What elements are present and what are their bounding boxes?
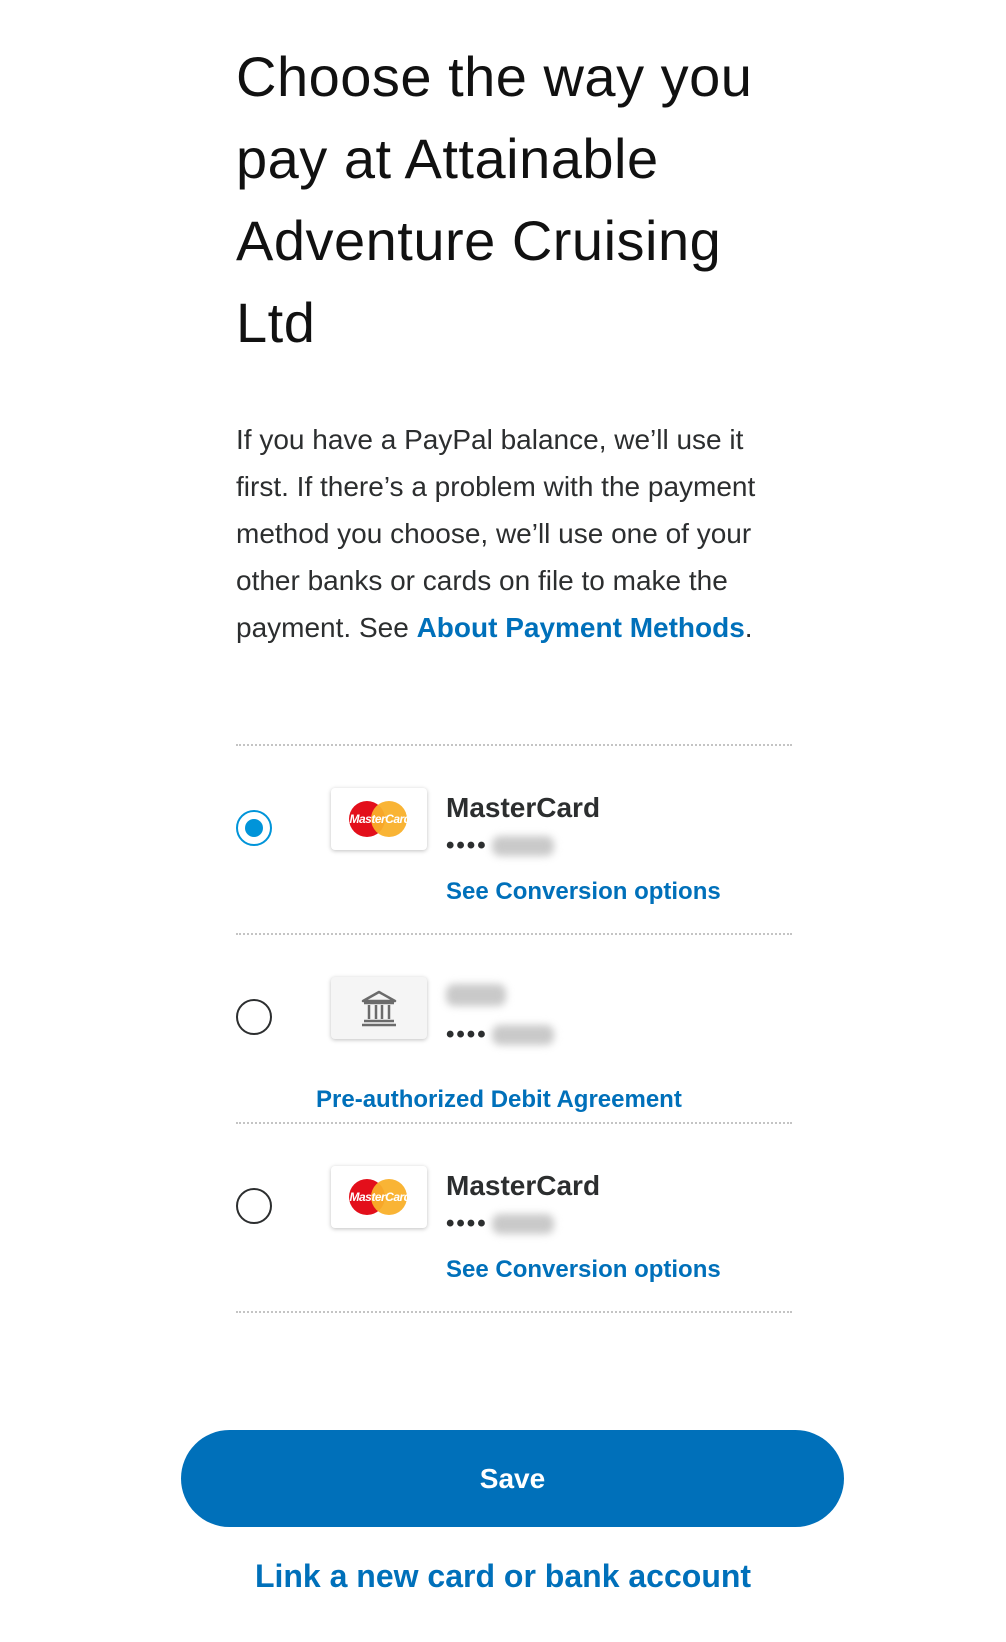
payment-method-info: •••• (446, 981, 554, 1049)
payment-method-item[interactable]: MasterCard MasterCard •••• See Conversio… (236, 746, 792, 935)
card-name: MasterCard (446, 792, 601, 823)
description: If you have a PayPal balance, we’ll use … (236, 416, 792, 651)
masked-number: •••• (446, 1210, 721, 1238)
mastercard-logo-text: MasterCard (349, 1190, 411, 1204)
see-conversion-options-link[interactable]: See Conversion options (446, 878, 721, 906)
payment-method-radio[interactable] (236, 999, 272, 1035)
masked-number: •••• (446, 832, 721, 860)
payment-method-item[interactable]: MasterCard MasterCard •••• See Conversio… (236, 1124, 792, 1313)
bank-logo (331, 977, 427, 1039)
link-new-card-or-bank-link[interactable]: Link a new card or bank account (0, 1558, 1006, 1595)
pre-authorized-debit-agreement-link[interactable]: Pre-authorized Debit Agreement (316, 1086, 682, 1114)
mastercard-logo: MasterCard (331, 788, 427, 850)
page-title: Choose the way you pay at Attainable Adv… (236, 45, 753, 354)
masked-dots: •••• (446, 1210, 488, 1237)
save-button[interactable]: Save (181, 1430, 844, 1527)
redacted-digits (491, 1214, 554, 1234)
see-conversion-options-link[interactable]: See Conversion options (446, 1256, 721, 1284)
bank-icon (361, 990, 397, 1027)
about-payment-methods-link[interactable]: About Payment Methods (417, 612, 745, 643)
bank-name (446, 981, 554, 1013)
redacted-digits (491, 1025, 554, 1045)
masked-dots: •••• (446, 1021, 488, 1048)
mastercard-logo-text: MasterCard (349, 812, 411, 826)
payment-method-radio[interactable] (236, 810, 272, 846)
redacted-digits (491, 836, 554, 856)
redacted-bank-name (446, 984, 506, 1006)
main-content: Choose the way you pay at Attainable Adv… (236, 0, 792, 679)
description-suffix: . (744, 612, 753, 643)
payment-method-radio[interactable] (236, 1188, 272, 1224)
payment-method-info: MasterCard •••• See Conversion options (446, 1170, 721, 1284)
payment-method-info: MasterCard •••• See Conversion options (446, 792, 721, 906)
masked-dots: •••• (446, 832, 488, 859)
payment-method-item[interactable]: •••• Pre-authorized Debit Agreement (236, 935, 792, 1124)
masked-number: •••• (446, 1021, 554, 1049)
payment-method-list: MasterCard MasterCard •••• See Conversio… (236, 744, 792, 1313)
description-text: If you have a PayPal balance, we’ll use … (236, 424, 756, 643)
card-name: MasterCard (446, 1170, 601, 1201)
mastercard-logo: MasterCard (331, 1166, 427, 1228)
